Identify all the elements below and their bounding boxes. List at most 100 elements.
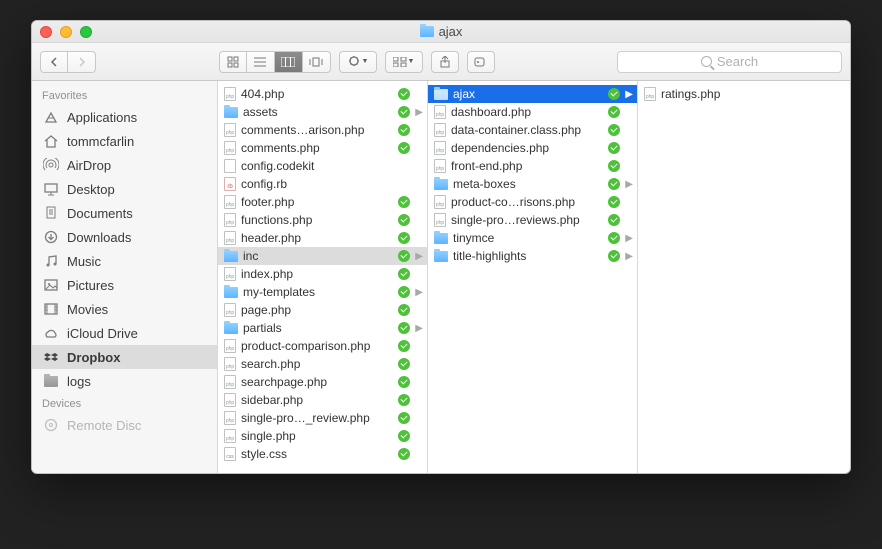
arrange-menu-button[interactable]: ▼ [385, 51, 423, 73]
file-row[interactable]: product-co…risons.php [428, 193, 637, 211]
file-row[interactable]: sidebar.php [218, 391, 427, 409]
chevron-right-icon: ▶ [625, 233, 633, 244]
file-row[interactable]: my-templates▶ [218, 283, 427, 301]
sidebar-item-dropbox[interactable]: Dropbox [32, 345, 217, 369]
folder-icon [434, 89, 448, 100]
sidebar-item-music[interactable]: Music [32, 249, 217, 273]
sync-badge-icon [398, 142, 410, 154]
titlebar[interactable]: ajax [32, 21, 850, 43]
forward-button[interactable] [68, 51, 96, 73]
file-row[interactable]: functions.php [218, 211, 427, 229]
sync-badge-icon [398, 232, 410, 244]
fullscreen-icon[interactable] [80, 26, 92, 38]
sidebar-item-pictures[interactable]: Pictures [32, 273, 217, 297]
chevron-right-icon: ▶ [415, 251, 423, 262]
movies-icon [42, 301, 60, 317]
airdrop-icon [42, 157, 60, 173]
sidebar-item-documents[interactable]: Documents [32, 201, 217, 225]
sync-badge-icon [608, 250, 620, 262]
file-row[interactable]: partials▶ [218, 319, 427, 337]
minimize-icon[interactable] [60, 26, 72, 38]
file-name: data-container.class.php [451, 123, 603, 137]
chevron-right-icon: ▶ [625, 179, 633, 190]
file-row[interactable]: tinymce▶ [428, 229, 637, 247]
file-row[interactable]: product-comparison.php [218, 337, 427, 355]
chevron-right-icon: ▶ [415, 287, 423, 298]
file-row[interactable]: style.css [218, 445, 427, 463]
sidebar-item-downloads[interactable]: Downloads [32, 225, 217, 249]
file-row[interactable]: ratings.php [638, 85, 838, 103]
file-row[interactable]: footer.php [218, 193, 427, 211]
file-row[interactable]: inc▶ [218, 247, 427, 265]
file-row[interactable]: data-container.class.php [428, 121, 637, 139]
file-row[interactable]: page.php [218, 301, 427, 319]
chevron-right-icon: ▶ [415, 107, 423, 118]
file-row[interactable]: 404.php [218, 85, 427, 103]
file-name: meta-boxes [453, 177, 603, 191]
file-row[interactable]: meta-boxes ▶ [428, 175, 637, 193]
file-row[interactable]: front-end.php [428, 157, 637, 175]
sidebar-item-applications[interactable]: Applications [32, 105, 217, 129]
column-view-button[interactable] [275, 51, 303, 73]
sidebar-item-label: Dropbox [67, 350, 120, 365]
folder-icon [224, 287, 238, 298]
file-row[interactable]: search.php [218, 355, 427, 373]
sidebar-item-tommcfarlin[interactable]: tommcfarlin [32, 129, 217, 153]
column-2: ratings.php [638, 81, 838, 473]
list-view-button[interactable] [247, 51, 275, 73]
icon-view-button[interactable] [219, 51, 247, 73]
sidebar-item-label: AirDrop [67, 158, 111, 173]
file-name: comments…arison.php [241, 123, 393, 137]
file-icon [434, 159, 446, 173]
column-1: ajax▶dashboard.php data-container.class.p… [428, 81, 638, 473]
share-button[interactable] [431, 51, 459, 73]
sidebar-item-movies[interactable]: Movies [32, 297, 217, 321]
file-row[interactable]: ajax▶ [428, 85, 637, 103]
file-row[interactable]: searchpage.php [218, 373, 427, 391]
file-name: footer.php [241, 195, 393, 209]
sync-badge-icon [398, 214, 410, 226]
sidebar-item-label: iCloud Drive [67, 326, 138, 341]
sync-badge-icon [398, 430, 410, 442]
sidebar-item-logs[interactable]: logs [32, 369, 217, 393]
tags-button[interactable] [467, 51, 495, 73]
file-name: 404.php [241, 87, 393, 101]
sidebar-item-label: Downloads [67, 230, 131, 245]
file-icon [224, 87, 236, 101]
search-input[interactable]: Search [617, 51, 842, 73]
file-icon [224, 447, 236, 461]
sidebar-item-remote-disc[interactable]: Remote Disc [32, 413, 217, 437]
sidebar-item-desktop[interactable]: Desktop [32, 177, 217, 201]
sync-badge-icon [608, 88, 620, 100]
sidebar-item-icloud-drive[interactable]: iCloud Drive [32, 321, 217, 345]
file-row[interactable]: comments…arison.php [218, 121, 427, 139]
file-name: dependencies.php [451, 141, 603, 155]
file-row[interactable]: single.php [218, 427, 427, 445]
file-row[interactable]: title-highlights▶ [428, 247, 637, 265]
file-row[interactable]: dependencies.php [428, 139, 637, 157]
file-row[interactable]: config.rb [218, 175, 427, 193]
file-row[interactable]: single-pro…reviews.php [428, 211, 637, 229]
file-row[interactable]: config.codekit [218, 157, 427, 175]
file-name: functions.php [241, 213, 393, 227]
coverflow-view-button[interactable] [303, 51, 331, 73]
file-name: page.php [241, 303, 393, 317]
file-icon [434, 105, 446, 119]
folder-icon [224, 251, 238, 262]
action-menu-button[interactable]: ▼ [339, 51, 377, 73]
folder-icon [434, 251, 448, 262]
folder-icon [434, 233, 448, 244]
file-row[interactable]: assets▶ [218, 103, 427, 121]
close-icon[interactable] [40, 26, 52, 38]
desktop-icon [42, 181, 60, 197]
sync-badge-icon [608, 178, 620, 190]
file-row[interactable]: index.php [218, 265, 427, 283]
file-row[interactable]: comments.php [218, 139, 427, 157]
back-button[interactable] [40, 51, 68, 73]
file-icon [224, 429, 236, 443]
home-icon [42, 133, 60, 149]
file-row[interactable]: single-pro…_review.php [218, 409, 427, 427]
file-row[interactable]: header.php [218, 229, 427, 247]
file-row[interactable]: dashboard.php [428, 103, 637, 121]
sidebar-item-airdrop[interactable]: AirDrop [32, 153, 217, 177]
